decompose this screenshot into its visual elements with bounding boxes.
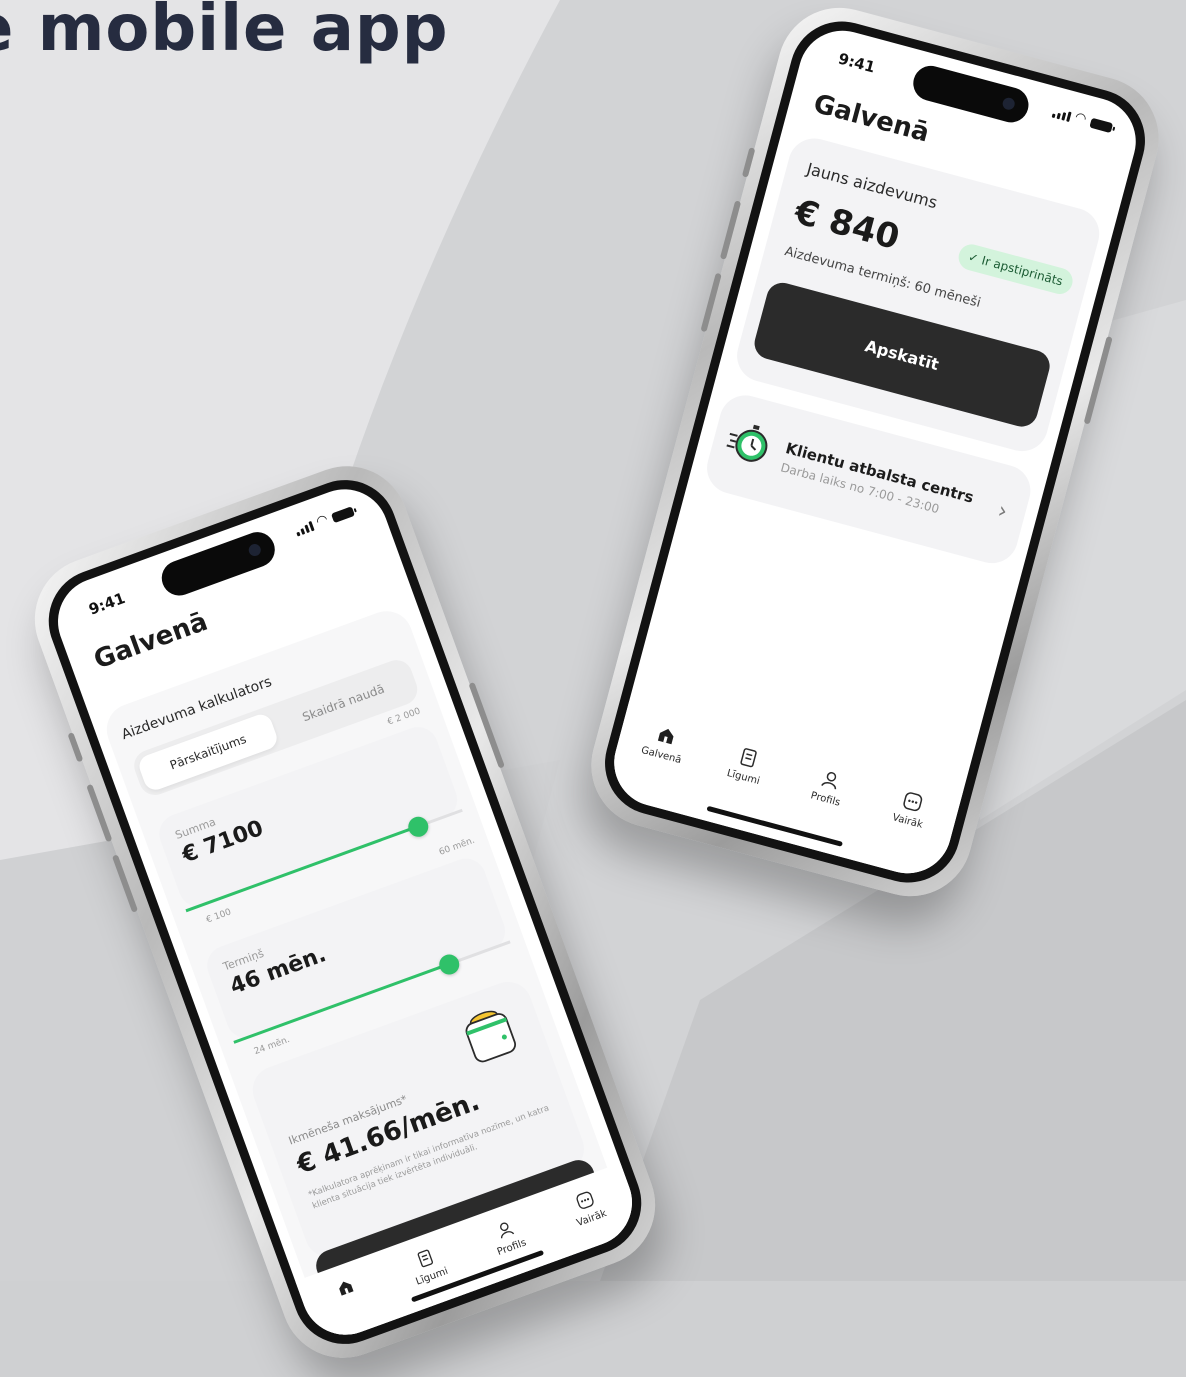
home-icon xyxy=(657,728,674,745)
battery-icon xyxy=(1089,117,1114,134)
battery-icon xyxy=(330,506,356,524)
status-icons: ◠ xyxy=(293,504,356,537)
dynamic-island xyxy=(156,527,280,601)
signal-icon xyxy=(1051,108,1072,122)
tab-more-label: Vairāk xyxy=(891,812,924,831)
tab-home[interactable]: Galvenā xyxy=(626,717,703,770)
page-title: Galvenā xyxy=(810,88,933,149)
status-time: 9:41 xyxy=(836,49,878,77)
signal-icon xyxy=(294,521,315,537)
home-icon xyxy=(339,1281,354,1296)
more-icon xyxy=(903,792,923,812)
page-title: Galvenā xyxy=(90,606,212,676)
term-value: 46 mēn. xyxy=(226,942,330,1000)
status-badge: ✓ Ir apstiprināts xyxy=(955,241,1076,297)
tab-home[interactable] xyxy=(309,1267,383,1313)
status-icons: ◠ xyxy=(1051,106,1114,134)
tab-more[interactable]: Vairāk xyxy=(549,1180,626,1236)
stopwatch-icon xyxy=(726,424,768,462)
tab-profile-label: Profils xyxy=(809,790,842,809)
wifi-icon: ◠ xyxy=(1073,109,1089,128)
wifi-icon: ◠ xyxy=(314,511,331,530)
document-icon xyxy=(417,1249,434,1268)
user-icon xyxy=(821,772,837,790)
tab-contracts-label: Līgumi xyxy=(725,767,761,788)
tab-contracts[interactable]: Līgumi xyxy=(708,739,785,792)
home-indicator xyxy=(706,805,843,847)
headline: e mobile app xyxy=(0,0,449,66)
dynamic-island xyxy=(909,61,1033,127)
user-icon xyxy=(500,1222,515,1239)
document-icon xyxy=(740,748,757,768)
loan-amount: € 840 xyxy=(790,191,904,259)
chevron-right-icon: › xyxy=(995,498,1011,525)
tab-home-label: Galvenā xyxy=(639,744,683,767)
tab-profile[interactable]: Profils xyxy=(790,761,867,814)
wallet-icon xyxy=(465,1010,517,1063)
tab-more[interactable]: Vairāk xyxy=(872,783,949,836)
more-icon xyxy=(576,1191,594,1209)
status-time: 9:41 xyxy=(86,589,128,619)
